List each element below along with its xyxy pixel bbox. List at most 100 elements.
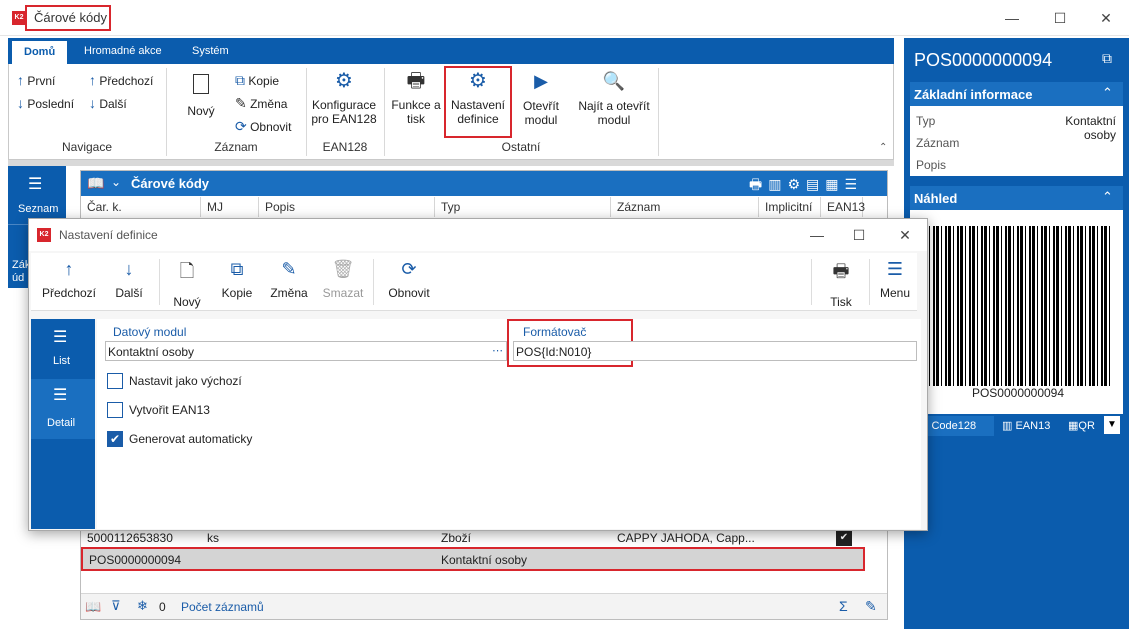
maximize-icon[interactable]: ☐ <box>851 227 867 243</box>
change-button[interactable]: ✎ Změna <box>235 95 287 112</box>
hamburger-icon[interactable]: ☰ <box>28 174 42 194</box>
create-ean13-checkbox[interactable] <box>107 402 123 418</box>
refresh-button[interactable]: ⟳ Obnovit <box>235 118 291 135</box>
book-icon[interactable]: 📖 <box>87 175 104 192</box>
last-button[interactable]: ↓ Poslední <box>17 95 74 111</box>
nav-item-list[interactable]: Seznam <box>18 203 58 215</box>
nav-item-basic-line2[interactable]: úd <box>12 272 24 284</box>
field-value-type: Kontaktní osoby <box>1065 114 1116 142</box>
collapse-icon[interactable]: ⌃ <box>1102 189 1113 205</box>
section-header[interactable]: Základní informace ⌃ <box>910 82 1123 106</box>
new-document-icon: 🗋 <box>179 261 195 281</box>
tab-ean13[interactable]: ▥ EAN13 <box>998 416 1062 436</box>
toolbar-separator <box>373 259 374 305</box>
refresh-icon: ⟳ <box>235 118 247 134</box>
generate-auto-checkbox[interactable]: ✔ <box>107 431 123 447</box>
set-default-checkbox[interactable] <box>107 373 123 389</box>
ribbon-bottom-strip <box>8 160 894 166</box>
generate-auto-label: Generovat automaticky <box>129 432 253 446</box>
group-label-navigation: Navigace <box>61 140 113 154</box>
collapse-icon[interactable]: ⌃ <box>1102 85 1113 101</box>
pencil-icon[interactable]: ✎ <box>865 598 877 615</box>
tab-system[interactable]: Systém <box>180 38 241 64</box>
arrow-up-icon: ↑ <box>64 259 74 279</box>
dropdown-icon[interactable]: ▼ <box>1104 416 1120 434</box>
new-button[interactable]: 🗋 Nový <box>167 259 207 309</box>
table-row[interactable]: POS0000000094 Kontaktní osoby <box>81 547 865 571</box>
definition-settings-dialog: K2 Nastavení definice — ☐ ✕ ↑ Předchozí … <box>28 218 928 531</box>
section-header[interactable]: Náhled ⌃ <box>910 186 1123 210</box>
menu-button[interactable]: ☰ Menu <box>875 259 915 300</box>
prev-button[interactable]: ↑ Předchozí <box>89 72 153 88</box>
external-link-icon[interactable]: ⧉ <box>1102 50 1112 67</box>
window-title: Čárové kódy <box>34 10 107 25</box>
tab-bulk-actions[interactable]: Hromadné akce <box>72 38 174 64</box>
config-ean128-button[interactable]: ⚙ Konfigurace pro EAN128 <box>309 70 379 126</box>
table-row[interactable]: 5000112653830 ks Zboží CAPPY JAHODA, Cap… <box>81 528 863 548</box>
prev-button[interactable]: ↑ Předchozí <box>41 259 97 300</box>
col-header-unit[interactable]: MJ <box>201 197 259 217</box>
minimize-icon[interactable]: — <box>809 227 825 243</box>
change-button[interactable]: ✎ Změna <box>265 259 313 300</box>
barcode-tabs: ▥ Code128 ▥ EAN13 ▦QR ▼ <box>910 414 1123 438</box>
maximize-icon[interactable]: ☐ <box>1052 10 1068 26</box>
formatter-input[interactable]: POS{Id:N010} <box>513 341 917 361</box>
grid-title: Čárové kódy <box>131 176 210 191</box>
minimize-icon[interactable]: — <box>1004 10 1020 26</box>
qr-icon: ▦ <box>1068 420 1079 432</box>
first-button[interactable]: ↑ První <box>17 72 55 88</box>
group-label-record: Záznam <box>214 140 258 154</box>
chevron-down-icon[interactable]: ⌄ <box>111 175 121 189</box>
barcode-icon: ▥ <box>1002 420 1016 432</box>
next-button[interactable]: ↓ Další <box>89 95 127 111</box>
cell-unit: ks <box>207 531 219 545</box>
side-item-list[interactable]: ☰ List <box>31 319 95 377</box>
field-label-description: Popis <box>916 158 947 172</box>
grid-toolbar-icons[interactable]: 🖶▥⚙▤▦☰ <box>749 174 863 198</box>
copy-button[interactable]: ⧉ Kopie <box>235 72 279 89</box>
col-header-code[interactable]: Čar. k. <box>81 197 201 217</box>
set-default-label: Nastavit jako výchozí <box>129 374 242 388</box>
print-button[interactable]: 🖶 Tisk <box>821 259 861 309</box>
record-count: 0 <box>159 600 166 614</box>
refresh-button[interactable]: ⟳ Obnovit <box>381 259 437 300</box>
module-select-value: Kontaktní osoby <box>108 345 195 359</box>
collapse-ribbon-icon[interactable]: ⌃ <box>879 142 887 153</box>
tab-home[interactable]: Domů <box>12 41 68 64</box>
new-document-icon <box>193 74 209 94</box>
book-icon[interactable]: 📖 <box>85 599 101 615</box>
next-button[interactable]: ↓ Další <box>107 259 151 300</box>
open-module-button[interactable]: ▶ Otevřít modul <box>515 71 567 127</box>
sum-icon[interactable]: Σ <box>839 598 848 614</box>
filter-icon[interactable]: ⊽ <box>111 598 121 614</box>
close-icon[interactable]: ✕ <box>897 227 913 243</box>
col-header-default[interactable]: Implicitní <box>759 197 821 217</box>
col-header-ean13[interactable]: EAN13 <box>821 197 865 217</box>
panel-title: POS0000000094 <box>914 50 1053 70</box>
pencil-icon: ✎ <box>235 95 247 111</box>
col-header-description[interactable]: Popis <box>259 197 435 217</box>
record-count-label[interactable]: Počet záznamů <box>181 600 264 614</box>
section-preview: Náhled ⌃ POS0000000094 ▥ Code128 ▥ EAN13… <box>910 186 1123 438</box>
delete-button[interactable]: 🗑 Smazat <box>319 259 367 300</box>
copy-icon: ⧉ <box>235 72 245 88</box>
definition-settings-button[interactable]: ⚙ Nastavení definice <box>446 71 510 126</box>
module-select[interactable]: Kontaktní osoby ⋯ <box>105 341 507 361</box>
play-icon: ▶ <box>534 71 548 91</box>
functions-print-button[interactable]: 🖶 Funkce a tisk <box>387 71 445 126</box>
copy-button[interactable]: ⧉ Kopie <box>217 259 257 300</box>
tab-qr[interactable]: ▦QR <box>1066 416 1104 436</box>
side-item-detail[interactable]: ☰ Detail <box>31 379 95 439</box>
arrow-down-icon: ↓ <box>89 95 96 111</box>
col-header-record[interactable]: Záznam <box>611 197 759 217</box>
close-icon[interactable]: ✕ <box>1098 10 1114 26</box>
detail-icon: ☰ <box>53 387 68 404</box>
barcode-image <box>924 226 1112 386</box>
new-record-button[interactable]: Nový <box>181 74 221 118</box>
group-label-ean128: EAN128 <box>322 140 368 154</box>
find-open-module-button[interactable]: 🔍 Najít a otevřít modul <box>571 72 657 127</box>
gear-icon: ⚙ <box>335 70 353 92</box>
snowflake-icon[interactable]: ❄ <box>137 598 148 614</box>
col-header-type[interactable]: Typ <box>435 197 611 217</box>
hamburger-icon: ☰ <box>886 259 904 279</box>
